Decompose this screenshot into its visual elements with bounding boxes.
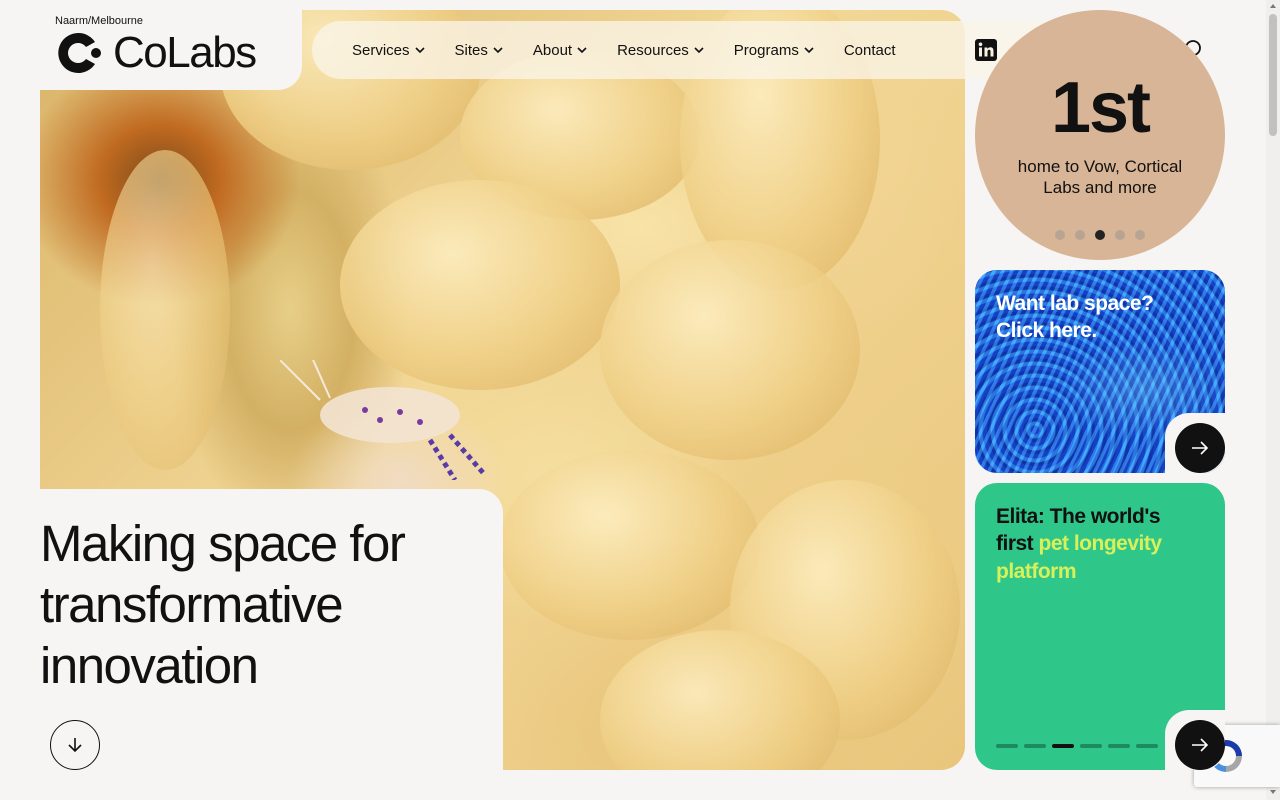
nav-item-label: About	[532, 41, 573, 59]
carousel-dot[interactable]	[1115, 230, 1125, 240]
carousel-dash[interactable]	[1108, 744, 1130, 748]
carousel-dash-active[interactable]	[1052, 744, 1074, 748]
stat-carousel: 1st home to Vow, Cortical Labs and more	[975, 10, 1225, 260]
carousel-dash[interactable]	[1024, 744, 1046, 748]
colabs-logo-icon	[58, 33, 101, 73]
nav-item-label: Sites	[454, 41, 488, 59]
scrollbar-thumb[interactable]	[1269, 14, 1277, 136]
carousel-dash[interactable]	[996, 744, 1018, 748]
chevron-down-icon	[414, 47, 425, 54]
stat-description: home to Vow, Cortical Labs and more	[1017, 157, 1183, 198]
carousel-dash[interactable]	[1136, 744, 1158, 748]
logo-location: Naarm/Melbourne	[55, 15, 144, 27]
chevron-down-icon	[694, 47, 704, 54]
chevron-down-icon	[804, 47, 814, 54]
logo-card: Naarm/Melbourne CoLabs	[0, 0, 302, 90]
hero-headline-card: Making space for transformative innovati…	[0, 489, 503, 800]
anemone-tentacle	[340, 180, 620, 390]
carousel-dot[interactable]	[1075, 230, 1085, 240]
stat-value: 1st	[1050, 68, 1151, 148]
linkedin-icon[interactable]	[974, 38, 998, 62]
nav-item-programs[interactable]: Programs	[734, 42, 814, 59]
scroll-down-button[interactable]	[50, 720, 100, 770]
anemone-tentacle	[500, 450, 760, 640]
shrimp-graphic	[280, 360, 487, 480]
logo-wordmark: CoLabs	[113, 28, 257, 77]
chevron-down-icon	[577, 47, 587, 54]
nav-item-contact[interactable]: Contact	[844, 42, 896, 59]
nav-item-label: Contact	[843, 41, 896, 59]
carousel-dash[interactable]	[1080, 744, 1102, 748]
elita-arrow-button[interactable]	[1175, 720, 1225, 770]
lab-space-title: Want lab space? Click here.	[996, 292, 1154, 343]
logo[interactable]: CoLabs	[55, 28, 257, 77]
arrow-right-icon	[1192, 441, 1209, 455]
nav-item-label: Resources	[617, 41, 689, 59]
scroll-down-icon[interactable]	[1269, 788, 1277, 796]
carousel-progress	[996, 744, 1158, 748]
main-nav: Services Sites About Resources Programs …	[312, 21, 1076, 79]
arrow-down-icon	[68, 738, 82, 753]
carousel-dot[interactable]	[1135, 230, 1145, 240]
nav-item-label: Services	[352, 41, 410, 59]
carousel-dots	[975, 230, 1225, 240]
nav-item-sites[interactable]: Sites	[455, 42, 503, 59]
nav-item-resources[interactable]: Resources	[617, 42, 704, 59]
carousel-dot-active[interactable]	[1095, 230, 1105, 240]
scroll-up-icon[interactable]	[1269, 2, 1277, 10]
anemone-tentacle	[100, 150, 230, 470]
chevron-down-icon	[493, 47, 503, 54]
lab-space-arrow-button[interactable]	[1175, 423, 1225, 473]
nav-item-label: Programs	[733, 41, 799, 59]
nav-item-about[interactable]: About	[533, 42, 587, 59]
arrow-right-icon	[1192, 738, 1209, 752]
page-scrollbar[interactable]	[1266, 0, 1280, 800]
nav-item-services[interactable]: Services	[352, 42, 425, 59]
anemone-tentacle	[600, 240, 860, 460]
hero-headline: Making space for transformative innovati…	[40, 515, 406, 695]
carousel-dot[interactable]	[1055, 230, 1065, 240]
elita-title: Elita: The world's first pet longevity p…	[996, 503, 1195, 585]
